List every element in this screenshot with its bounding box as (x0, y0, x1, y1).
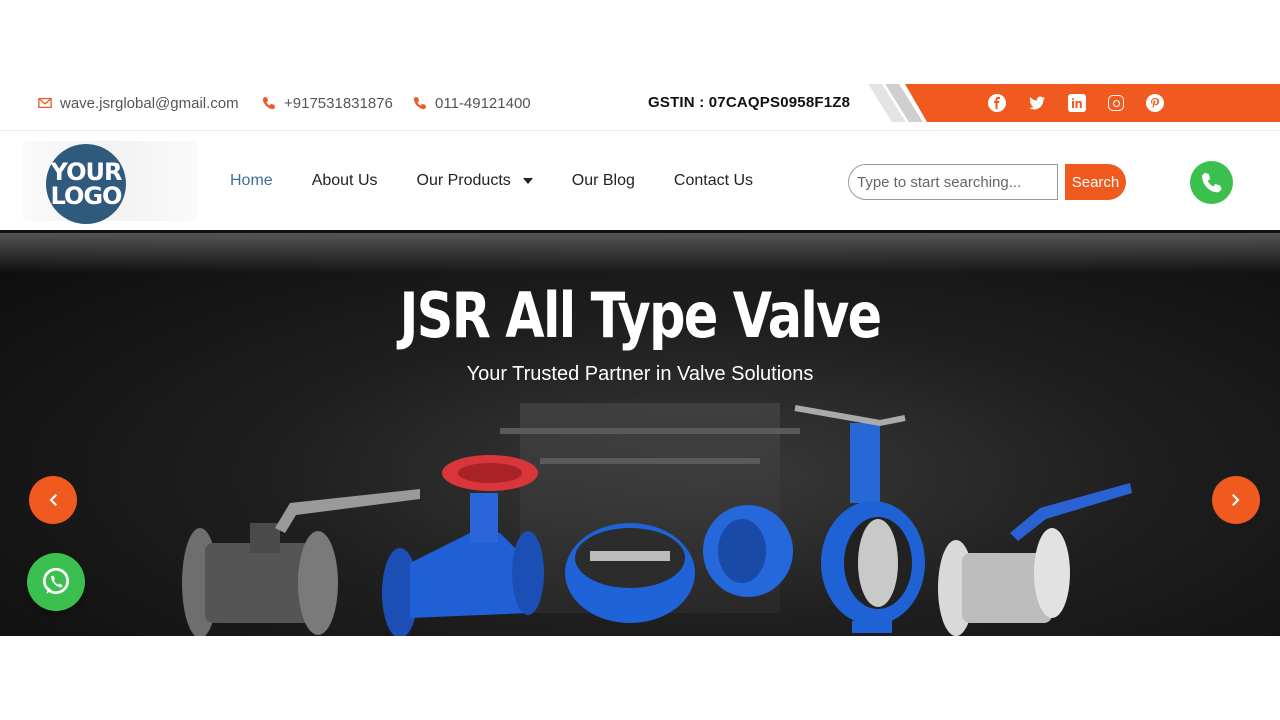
whatsapp-float-button[interactable] (27, 553, 85, 611)
phone-contact-1[interactable]: +917531831876 (262, 84, 393, 122)
phone-text-2: 011-49121400 (435, 94, 531, 112)
nav-our-products-label: Our Products (416, 172, 511, 189)
phone-icon (262, 96, 276, 110)
balancing-valve-blue (382, 455, 544, 636)
chevron-down-icon (522, 178, 533, 184)
hero-subtitle: Your Trusted Partner in Valve Solutions (466, 363, 814, 385)
check-valve-blue (565, 505, 793, 623)
chevron-right-icon (1232, 494, 1240, 506)
phone-text-1: +917531831876 (284, 94, 393, 112)
facebook-icon[interactable] (988, 94, 1006, 112)
chevron-left-icon (49, 494, 57, 506)
nav-contact-us[interactable]: Contact Us (674, 172, 753, 190)
hero-slider: JSR All Type Valve Your Trusted Partner … (0, 230, 1280, 636)
gstin-number: GSTIN : 07CAQPS0958F1Z8 (648, 94, 851, 111)
phone-icon (1201, 172, 1221, 192)
email-contact[interactable]: wave.jsrglobal@gmail.com (38, 84, 239, 122)
search-input[interactable] (848, 164, 1058, 200)
whatsapp-phone-button[interactable] (1190, 161, 1233, 204)
search-button[interactable]: Search (1065, 164, 1126, 200)
top-info-bar: wave.jsrglobal@gmail.com +917531831876 0… (0, 84, 1280, 122)
nav-our-blog[interactable]: Our Blog (572, 172, 635, 190)
nav-our-products[interactable]: Our Products (417, 172, 533, 190)
hero-title: JSR All Type Valve (399, 279, 882, 352)
page: wave.jsrglobal@gmail.com +917531831876 0… (0, 0, 1280, 720)
email-text: wave.jsrglobal@gmail.com (60, 94, 239, 112)
twitter-icon[interactable] (1028, 94, 1046, 112)
site-logo[interactable]: YOUR LOGO (46, 144, 126, 224)
whatsapp-icon (42, 567, 70, 595)
logo-line-2: LOGO (50, 182, 123, 210)
social-links (988, 84, 1164, 122)
nav-home[interactable]: Home (230, 172, 273, 190)
main-navigation: Home About Us Our Products Our Blog Cont… (230, 131, 792, 231)
instagram-icon[interactable] (1108, 95, 1124, 111)
butterfly-valve-blue (794, 405, 925, 633)
pinterest-icon[interactable] (1146, 94, 1164, 112)
logo-line-1: YOUR (50, 158, 123, 186)
phone-contact-2[interactable]: 011-49121400 (413, 84, 531, 122)
mail-icon (38, 97, 52, 109)
phone-icon (413, 96, 427, 110)
nav-about-us[interactable]: About Us (312, 172, 378, 190)
linkedin-icon[interactable] (1068, 94, 1086, 112)
site-header: YOUR LOGO Home About Us Our Products Our… (0, 130, 1280, 230)
slider-prev-button[interactable] (29, 476, 77, 524)
slider-next-button[interactable] (1212, 476, 1260, 524)
ball-valve-stainless (938, 483, 1132, 636)
